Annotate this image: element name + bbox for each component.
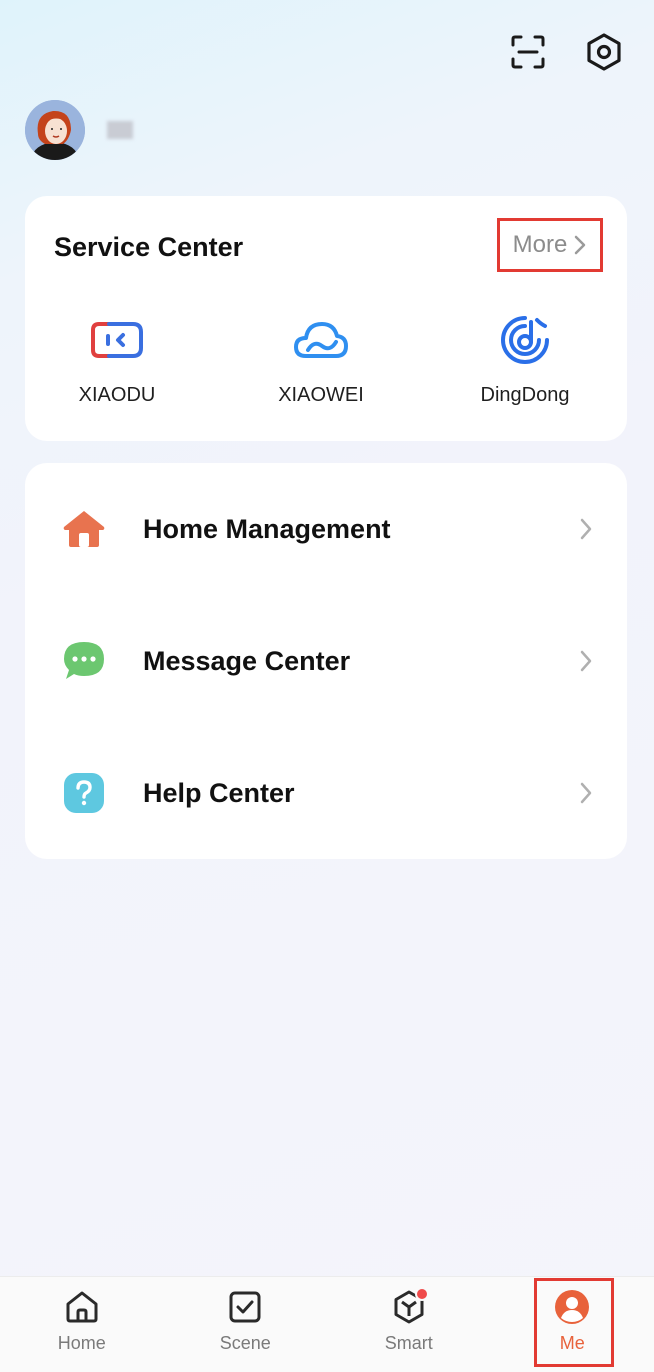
menu-label: Home Management xyxy=(143,513,391,544)
help-icon xyxy=(61,770,107,816)
service-dingdong[interactable]: DingDong xyxy=(423,314,627,407)
tab-label: Me xyxy=(559,1333,585,1353)
menu-label: Message Center xyxy=(143,645,351,676)
scan-icon xyxy=(511,35,545,69)
more-button[interactable]: More xyxy=(497,218,603,272)
scene-tab-icon xyxy=(229,1291,261,1323)
service-label: XIAOWEI xyxy=(278,384,364,406)
tab-label: Smart xyxy=(384,1333,433,1353)
service-label: DingDong xyxy=(480,384,570,406)
menu-label: Help Center xyxy=(143,777,295,808)
chevron-right-icon xyxy=(580,782,592,804)
header-actions xyxy=(508,32,624,72)
message-icon xyxy=(61,638,107,684)
chevron-right-icon xyxy=(575,235,586,255)
notification-dot xyxy=(415,1287,429,1301)
avatar[interactable] xyxy=(25,100,85,160)
tab-me[interactable]: Me xyxy=(491,1277,654,1372)
settings-button[interactable] xyxy=(584,32,624,72)
service-center-title: Service Center xyxy=(54,232,244,262)
xiaodu-icon xyxy=(87,314,147,366)
tab-home[interactable]: Home xyxy=(0,1277,164,1372)
settings-icon xyxy=(587,33,621,71)
tab-scene[interactable]: Scene xyxy=(164,1277,328,1372)
service-center-card: Service Center More XIAODU XIAOWEI DingD… xyxy=(25,196,627,441)
tab-smart[interactable]: Smart xyxy=(327,1277,491,1372)
tab-label: Home xyxy=(57,1333,106,1353)
service-xiaowei[interactable]: XIAOWEI xyxy=(219,314,423,407)
chevron-right-icon xyxy=(580,518,592,540)
chevron-right-icon xyxy=(580,650,592,672)
tab-label: Scene xyxy=(219,1333,271,1353)
home-icon xyxy=(61,506,107,552)
scan-button[interactable] xyxy=(508,32,548,72)
dingdong-icon xyxy=(495,314,555,366)
service-label: XIAODU xyxy=(78,384,156,406)
service-list: XIAODU XIAOWEI DingDong xyxy=(25,314,627,407)
username: ■■ xyxy=(107,121,133,139)
menu-item-home-management[interactable]: Home Management xyxy=(25,463,627,595)
profile-header[interactable]: ■■ xyxy=(25,100,133,160)
me-tab-icon xyxy=(555,1290,590,1324)
menu-item-message-center[interactable]: Message Center xyxy=(25,595,627,727)
more-label: More xyxy=(512,231,568,258)
menu-card: Home Management Message Center Help Cent… xyxy=(25,463,627,859)
service-xiaodu[interactable]: XIAODU xyxy=(15,314,219,407)
xiaowei-cloud-icon xyxy=(291,314,351,366)
menu-item-help-center[interactable]: Help Center xyxy=(25,727,627,859)
home-tab-icon xyxy=(66,1291,98,1323)
bottom-tab-bar: Home Scene Smart Me xyxy=(0,1276,654,1372)
